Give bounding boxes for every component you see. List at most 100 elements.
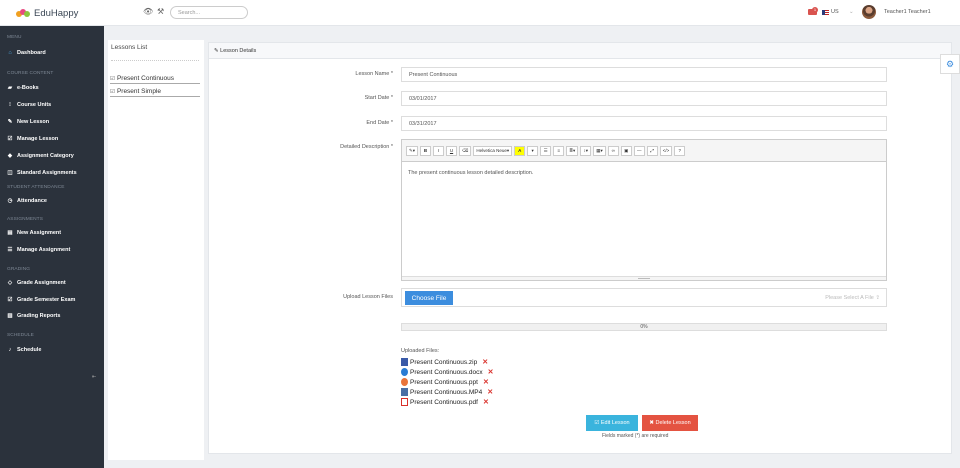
sidebar-item-attendance[interactable]: ◷ Attendance [7,195,103,207]
fullscreen-icon[interactable]: ⤢ [646,145,658,156]
sidebar-item-e-books[interactable]: ▰ e-Books [7,82,103,94]
home-icon: ⌂ [8,50,12,56]
sidebar-heading: COURSE CONTENT [7,71,54,76]
delete-lesson-button[interactable]: ✖ Delete Lesson [642,415,698,431]
font-select[interactable]: Helvetica Neue ▾ [473,145,513,156]
grid-icon: ⁝ [9,102,11,108]
choose-file-button[interactable]: Choose File [405,291,453,305]
required-note: Fields marked (*) are required [602,433,669,439]
code-view-icon[interactable]: </> [659,145,673,156]
delete-file-icon[interactable]: ✕ [482,358,488,366]
uploaded-file-item[interactable]: Present Continuous.docx ✕ [401,368,494,376]
search-input[interactable]: Search... [170,6,248,19]
file-upload: Choose File Please Select A File ⇪ [401,288,887,307]
lesson-item[interactable]: ☑ Present Continuous [110,75,200,84]
edit-lesson-button[interactable]: ☑ Edit Lesson [586,415,638,431]
delete-file-icon[interactable]: ✕ [483,378,489,386]
divider [111,60,199,61]
us-flag-icon[interactable] [822,10,829,15]
bold-button[interactable]: B [420,145,432,156]
sidebar-item-schedule[interactable]: ♪ Schedule [7,344,103,356]
sidebar-item-manage-assignment[interactable]: ☰ Manage Assignment [7,244,103,256]
sidebar-item-grading-reports[interactable]: ▥ Grading Reports [7,310,103,322]
upload-icon: ⇪ [875,295,880,301]
eraser-icon[interactable]: ⌫ [459,145,472,156]
bar-chart-icon: ▥ [7,313,13,319]
upload-progress-bar: 0% [401,323,887,331]
end-date-input[interactable]: 03/31/2017 [401,116,887,131]
unordered-list-icon[interactable]: ☰ [540,145,552,156]
app-name: EduHappy [34,7,79,19]
diamond-icon: ◇ [7,280,13,286]
line-height-icon[interactable]: ↕▾ [580,145,592,156]
end-date-label: End Date * [366,120,393,126]
edit-icon: ☑ [7,136,13,142]
rich-text-editor: ✎▾ B I U ⌫ Helvetica Neue ▾ A ▾ ☰ ≡ ≣▾ ↕▾… [401,139,887,281]
sidebar-item-grade-semester-exam[interactable]: ☑ Grade Semester Exam [7,294,103,306]
uploaded-file-item[interactable]: Present Continuous.MP4 ✕ [401,388,493,396]
lesson-details-panel: ✎ Lesson Details Lesson Name * Present C… [208,42,952,454]
tools-icon[interactable]: ⚒ [157,7,164,16]
italic-button[interactable]: I [433,145,445,156]
uploaded-file-item[interactable]: Present Continuous.pdf ✕ [401,398,489,406]
editor-content[interactable]: The present continuous lesson detailed d… [402,162,886,184]
sidebar-item-new-assignment[interactable]: ▤ New Assignment [7,227,103,239]
top-navbar: EduHappy 👁 ⚒ ⛶ Search... 1 US ⌄ Teacher1… [0,0,960,26]
description-label: Detailed Description * [340,144,393,150]
brand[interactable]: EduHappy [16,6,78,20]
uploaded-file-item[interactable]: Present Continuous.ppt ✕ [401,378,489,386]
sidebar-item-new-lesson[interactable]: ✎ New Lesson [7,116,103,128]
book-icon: ▰ [7,85,13,91]
sidebar-item-standard-assignments[interactable]: ◫ Standard Assignments [7,167,103,179]
start-date-input[interactable]: 03/01/2017 [401,91,887,106]
lesson-name-input[interactable]: Present Continuous [401,67,887,82]
uploaded-file-item[interactable]: Present Continuous.zip ✕ [401,358,488,366]
columns-icon: ◫ [7,170,13,176]
collapse-sidebar-icon[interactable]: ⇤ [92,374,96,380]
link-icon[interactable]: ∞ [607,145,619,156]
sidebar-item-grade-assignment[interactable]: ◇ Grade Assignment [7,277,103,289]
ordered-list-icon[interactable]: ≡ [553,145,565,156]
sidebar-heading: MENU [7,35,22,40]
lesson-item[interactable]: ☑ Present Simple [110,88,200,97]
resize-handle[interactable] [402,276,886,280]
settings-gear-icon[interactable]: ⚙ [940,54,960,74]
horizontal-rule-icon[interactable]: — [633,145,645,156]
underline-button[interactable]: U [446,145,458,156]
text-color-icon[interactable]: A [514,145,526,156]
delete-file-icon[interactable]: ✕ [483,398,489,406]
sidebar-item-assignment-category[interactable]: ◆ Assignment Category [7,150,103,162]
pdf-file-icon [401,398,408,406]
style-icon[interactable]: ✎▾ [406,145,419,156]
image-icon[interactable]: ▣ [620,145,632,156]
check-square-icon: ☑ [7,297,13,303]
delete-file-icon[interactable]: ✕ [487,388,493,396]
sidebar-heading: SCHEDULE [7,333,34,338]
sidebar-item-course-units[interactable]: ⁝ Course Units [7,99,103,111]
editor-toolbar: ✎▾ B I U ⌫ Helvetica Neue ▾ A ▾ ☰ ≡ ≣▾ ↕▾… [402,140,886,162]
lessons-list-panel: Lessons List ☑ Present Continuous ☑ Presen… [108,40,204,460]
help-button[interactable]: ? [674,145,686,156]
table-icon[interactable]: ▦▾ [593,145,606,156]
sidebar-item-manage-lesson[interactable]: ☑ Manage Lesson [7,133,103,145]
uploaded-files-title: Uploaded Files: [401,348,440,354]
align-icon[interactable]: ≣▾ [566,145,579,156]
sidebar-item-dashboard[interactable]: ⌂ Dashboard [7,47,103,59]
edit-icon: ☑ [110,89,115,95]
pencil-icon: ✎ [7,119,13,125]
zip-file-icon [401,358,408,366]
sidebar-heading: ASSIGNMENTS [7,217,44,222]
eye-icon[interactable]: 👁 [143,7,153,16]
chevron-down-icon[interactable]: ⌄ [849,9,854,15]
color-dropdown-icon[interactable]: ▾ [527,145,539,156]
avatar[interactable] [862,5,876,19]
language-selector[interactable]: US [831,9,839,15]
sidebar-heading: GRADING [7,267,31,272]
lesson-name-label: Lesson Name * [355,71,393,77]
lessons-list-title: Lessons List [111,44,148,51]
ppt-file-icon [401,378,408,386]
video-file-icon [401,388,408,396]
eduhappy-logo-icon [16,9,30,17]
user-menu[interactable]: Teacher1 Teacher1 [884,9,931,15]
delete-file-icon[interactable]: ✕ [488,368,494,376]
